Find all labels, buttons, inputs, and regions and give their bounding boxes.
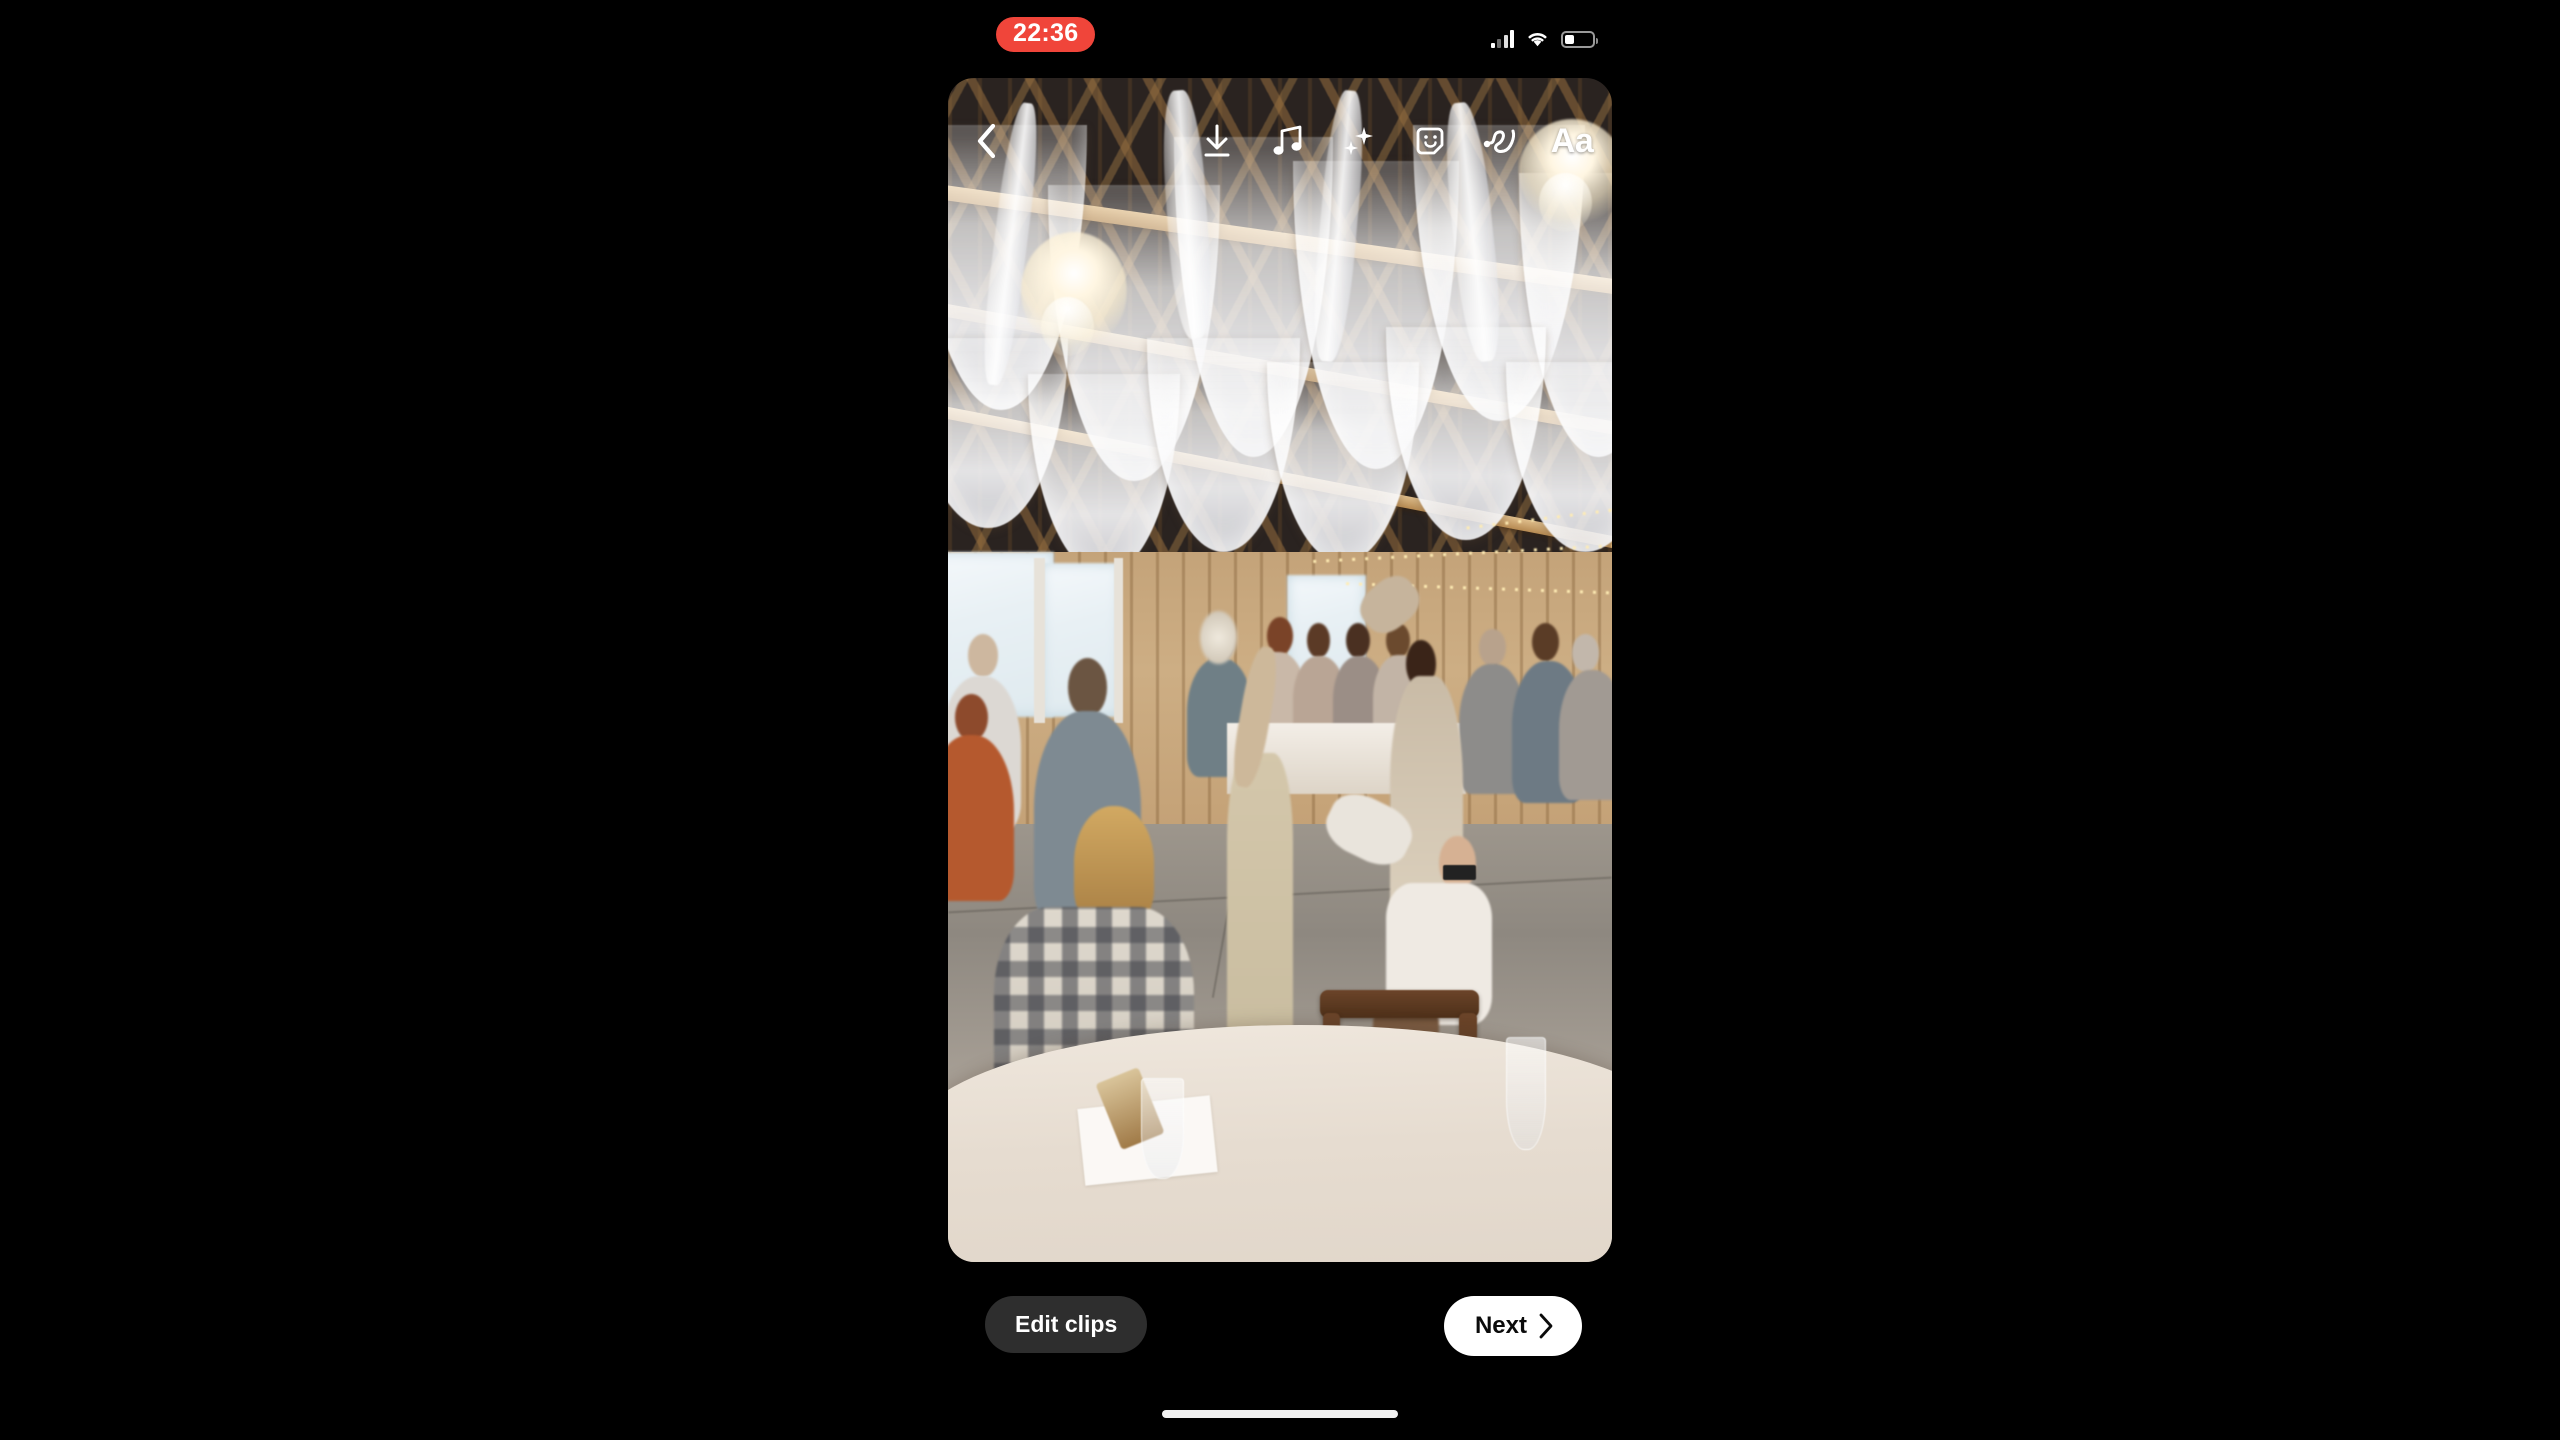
guest-head <box>954 693 988 742</box>
battery-icon <box>1561 31 1598 48</box>
story-media-preview[interactable] <box>948 78 1612 1262</box>
text-button[interactable]: Aa <box>1550 119 1594 163</box>
bottom-action-bar: Edit clips Next <box>948 1296 1612 1358</box>
home-indicator-bar[interactable] <box>1162 1410 1398 1418</box>
signal-bars-icon <box>1490 30 1514 48</box>
sunglasses-icon <box>1442 865 1476 880</box>
draw-button[interactable] <box>1481 119 1521 163</box>
edit-clips-button[interactable]: Edit clips <box>985 1296 1148 1353</box>
squiggle-draw-icon <box>1483 129 1515 153</box>
status-time: 22:36 <box>996 17 1096 52</box>
save-button[interactable] <box>1197 119 1237 163</box>
text-aa-icon: Aa <box>1550 122 1594 160</box>
back-button[interactable] <box>964 121 1010 161</box>
wifi-icon <box>1525 29 1550 48</box>
guest-head <box>1479 628 1506 667</box>
guest-head <box>1532 622 1559 661</box>
chevron-right-icon <box>1539 1313 1553 1339</box>
story-editor-toolbar: Aa <box>948 110 1612 172</box>
guest-reaching-body <box>1226 752 1294 1049</box>
chandelier-crystals <box>1040 297 1095 357</box>
wedding-reception-photo <box>948 78 1612 1262</box>
download-icon <box>1204 124 1230 157</box>
window-frame <box>1034 557 1045 724</box>
wine-glass <box>1140 1078 1184 1180</box>
guest-head <box>1572 634 1599 673</box>
status-icons <box>1490 22 1598 48</box>
phone-screen: 22:36 Aa Edit clips Next <box>0 0 2560 1440</box>
chevron-left-icon <box>977 123 996 159</box>
wooden-chair-back <box>1319 989 1480 1019</box>
chandelier-crystals <box>1538 172 1593 232</box>
music-note-icon <box>1273 125 1302 155</box>
music-button[interactable] <box>1268 119 1308 163</box>
window-frame <box>1114 557 1124 724</box>
next-button-label: Next <box>1474 1312 1527 1339</box>
sparkles-icon <box>1344 127 1373 155</box>
bouquet-in-air <box>1200 610 1237 665</box>
sticker-smiley-icon <box>1416 127 1444 155</box>
sticker-button[interactable] <box>1410 119 1450 163</box>
water-glass <box>1505 1037 1546 1150</box>
effects-button[interactable] <box>1339 119 1379 163</box>
next-button[interactable]: Next <box>1443 1296 1582 1356</box>
status-bar: 22:36 <box>0 0 2560 58</box>
guest-body <box>1558 670 1612 801</box>
man-head <box>1439 835 1476 891</box>
